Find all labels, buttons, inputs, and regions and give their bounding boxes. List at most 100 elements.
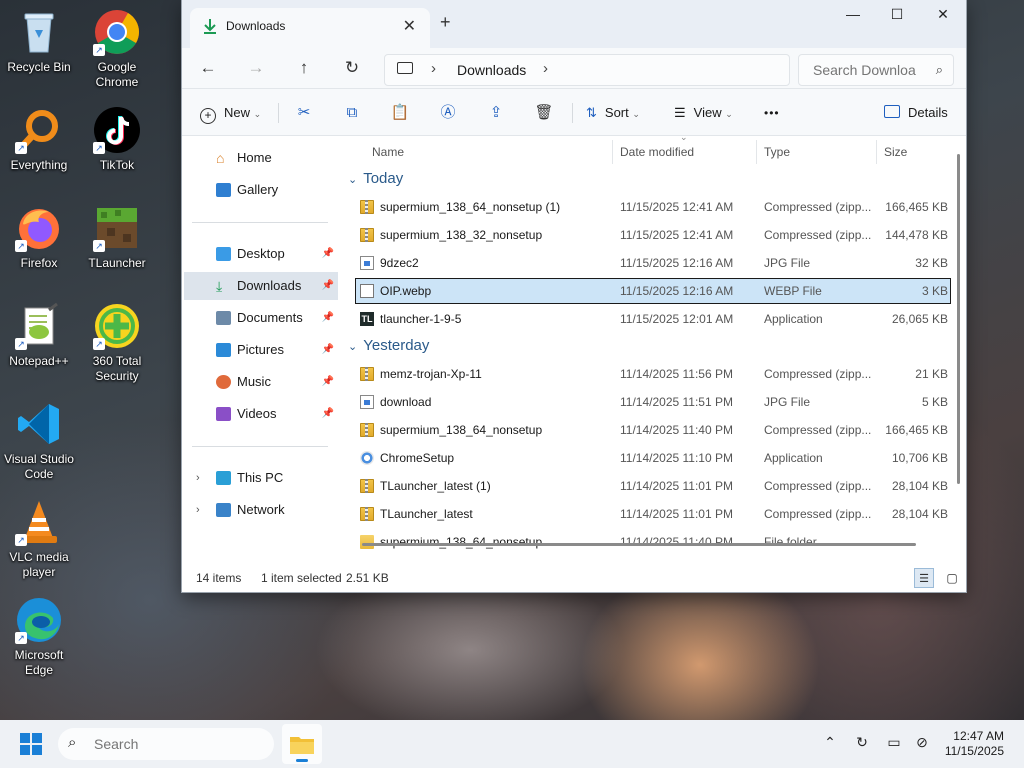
refresh-button[interactable]: ↻ bbox=[340, 56, 364, 80]
nav-item-videos[interactable]: Videos 📌 bbox=[184, 400, 338, 428]
forward-button[interactable]: → bbox=[244, 56, 268, 80]
search-box[interactable]: ⌕ bbox=[798, 54, 954, 86]
column-header-type[interactable]: Type bbox=[764, 140, 790, 164]
file-row[interactable]: TLauncher_latest (1) 11/14/2025 11:01 PM C… bbox=[356, 474, 950, 498]
network-disconnected-icon[interactable]: ⊘ bbox=[912, 734, 932, 751]
up-button[interactable]: ↑ bbox=[292, 56, 316, 80]
share-icon[interactable]: ⇪ bbox=[484, 101, 508, 125]
taskbar-file-explorer[interactable] bbox=[282, 724, 322, 764]
file-type: WEBP File bbox=[764, 284, 822, 298]
more-options-button[interactable]: ••• bbox=[764, 101, 780, 125]
close-window-button[interactable]: ✕ bbox=[920, 6, 966, 26]
nav-item-network[interactable]: › Network bbox=[184, 496, 338, 524]
column-divider[interactable] bbox=[756, 140, 757, 164]
nav-item-documents[interactable]: Documents 📌 bbox=[184, 304, 338, 332]
start-button[interactable] bbox=[20, 733, 42, 755]
desktop-icon-notepadpp[interactable]: ↗ Notepad++ bbox=[0, 302, 78, 369]
file-row[interactable]: ChromeSetup 11/14/2025 11:10 PM Applicatio… bbox=[356, 446, 950, 470]
file-row[interactable]: OIP.webp 11/15/2025 12:16 AM WEBP File 3 KB bbox=[355, 278, 951, 304]
column-header-size[interactable]: Size bbox=[884, 140, 907, 164]
nav-item-pictures[interactable]: Pictures 📌 bbox=[184, 336, 338, 364]
update-icon[interactable]: ↻ bbox=[852, 734, 872, 751]
nav-item-gallery[interactable]: Gallery bbox=[184, 176, 338, 204]
pin-icon[interactable]: 📌 bbox=[322, 240, 334, 268]
column-divider[interactable] bbox=[612, 140, 613, 164]
address-bar[interactable]: › Downloads › bbox=[384, 54, 790, 86]
clock[interactable]: 12:47 AM 11/15/2025 bbox=[945, 729, 1004, 759]
minimize-button[interactable]: — bbox=[830, 6, 876, 26]
file-row[interactable]: supermium_138_64_nonsetup 11/14/2025 11:4… bbox=[356, 530, 950, 554]
file-size: 32 KB bbox=[915, 256, 948, 270]
pin-icon[interactable]: 📌 bbox=[322, 304, 334, 332]
delete-icon[interactable]: 🗑 bbox=[532, 101, 556, 125]
group-header-yesterday[interactable]: ⌄ Yesterday bbox=[348, 335, 429, 357]
desktop-icon-tlauncher[interactable]: ↗ TLauncher bbox=[78, 204, 156, 271]
desktop-icon-firefox[interactable]: ↗ Firefox bbox=[0, 204, 78, 271]
sort-button[interactable]: ⇅ Sort ⌄ bbox=[586, 101, 640, 125]
tiles-view-button[interactable]: ▢ bbox=[942, 568, 962, 588]
file-name: download bbox=[380, 395, 432, 409]
nav-item-this-pc[interactable]: › This PC bbox=[184, 464, 338, 492]
taskbar-search[interactable]: ⌕ bbox=[58, 728, 274, 760]
show-hidden-icons-chevron-up-icon[interactable]: ⌃ bbox=[820, 734, 840, 751]
selection-size: 2.51 KB bbox=[346, 571, 389, 585]
desktop-icon-everything[interactable]: ↗ Everything bbox=[0, 106, 78, 173]
chevron-right-icon[interactable]: › bbox=[431, 60, 436, 77]
file-row[interactable]: supermium_138_64_nonsetup 11/14/2025 11:4… bbox=[356, 418, 950, 442]
display-icon[interactable]: ▭ bbox=[884, 734, 904, 751]
pin-icon[interactable]: 📌 bbox=[322, 272, 334, 300]
cut-icon[interactable]: ✂ bbox=[292, 101, 316, 125]
desktop-icon-tiktok[interactable]: ↗ TikTok bbox=[78, 106, 156, 173]
search-icon[interactable]: ⌕ bbox=[936, 62, 943, 78]
file-row[interactable]: memz-trojan-Xp-11 11/14/2025 11:56 PM Comp… bbox=[356, 362, 950, 386]
horizontal-scrollbar[interactable] bbox=[362, 543, 916, 546]
nav-item-downloads[interactable]: ⤓ Downloads 📌 bbox=[184, 272, 338, 300]
file-row[interactable]: TL tlauncher-1-9-5 11/15/2025 12:01 AM Appl… bbox=[356, 307, 950, 331]
breadcrumb-downloads[interactable]: Downloads bbox=[457, 62, 526, 78]
file-name: OIP.webp bbox=[380, 284, 432, 298]
file-row[interactable]: download 11/14/2025 11:51 PM JPG File 5 KB bbox=[356, 390, 950, 414]
nav-item-music[interactable]: Music 📌 bbox=[184, 368, 338, 396]
copy-icon[interactable]: ⧉ bbox=[340, 101, 364, 125]
pin-icon[interactable]: 📌 bbox=[322, 368, 334, 396]
new-button[interactable]: + New ⌄ bbox=[200, 101, 261, 125]
chevron-right-icon[interactable]: › bbox=[543, 60, 548, 77]
taskbar-search-input[interactable] bbox=[92, 735, 266, 753]
chevron-right-icon[interactable]: › bbox=[196, 496, 200, 524]
plus-circle-icon: + bbox=[200, 108, 216, 124]
file-row[interactable]: 9dzec2 11/15/2025 12:16 AM JPG File 32 KB bbox=[356, 251, 950, 275]
details-view-button[interactable]: ☰ bbox=[914, 568, 934, 588]
close-tab-icon[interactable]: ✕ bbox=[403, 16, 416, 36]
maximize-button[interactable]: ☐ bbox=[874, 6, 920, 26]
column-header-name[interactable]: Name bbox=[372, 140, 404, 164]
vertical-scrollbar[interactable] bbox=[957, 154, 960, 484]
desktop-icon-360-total-security[interactable]: ↗ 360 Total Security bbox=[78, 302, 156, 384]
group-header-today[interactable]: ⌄ Today bbox=[348, 168, 403, 190]
file-row[interactable]: TLauncher_latest 11/14/2025 11:01 PM Compr… bbox=[356, 502, 950, 526]
pin-icon[interactable]: 📌 bbox=[322, 336, 334, 364]
desktop-icon-chrome[interactable]: ↗ Google Chrome bbox=[78, 8, 156, 90]
rename-icon[interactable]: Ⓐ bbox=[436, 101, 460, 125]
desktop-icon-recycle-bin[interactable]: Recycle Bin bbox=[0, 8, 78, 75]
search-input[interactable] bbox=[811, 61, 923, 79]
divider bbox=[278, 103, 279, 123]
nav-item-desktop[interactable]: Desktop 📌 bbox=[184, 240, 338, 268]
new-tab-button[interactable]: + bbox=[440, 12, 451, 33]
nav-item-label: Documents bbox=[237, 310, 303, 325]
column-divider[interactable] bbox=[876, 140, 877, 164]
tab-downloads[interactable]: Downloads ✕ bbox=[190, 8, 430, 48]
file-row[interactable]: supermium_138_64_nonsetup (1) 11/15/2025 … bbox=[356, 195, 950, 219]
details-pane-button[interactable]: Details bbox=[884, 101, 948, 125]
paste-icon[interactable]: 📋 bbox=[388, 101, 412, 125]
chevron-right-icon[interactable]: › bbox=[196, 464, 200, 492]
file-row[interactable]: supermium_138_32_nonsetup 11/15/2025 12:4… bbox=[356, 223, 950, 247]
desktop-icon-vlc[interactable]: ↗ VLC media player bbox=[0, 498, 78, 580]
desktop-icon-edge[interactable]: ↗ Microsoft Edge bbox=[0, 596, 78, 678]
view-button[interactable]: ☰ View ⌄ bbox=[674, 101, 733, 125]
back-button[interactable]: ← bbox=[196, 56, 220, 80]
pin-icon[interactable]: 📌 bbox=[322, 400, 334, 428]
column-header-date[interactable]: Date modified bbox=[620, 140, 694, 164]
desktop-icon-vscode[interactable]: Visual Studio Code bbox=[0, 400, 78, 482]
desktop-icon-label: VLC media player bbox=[9, 550, 69, 579]
nav-item-home[interactable]: ⌂ Home bbox=[184, 144, 338, 172]
